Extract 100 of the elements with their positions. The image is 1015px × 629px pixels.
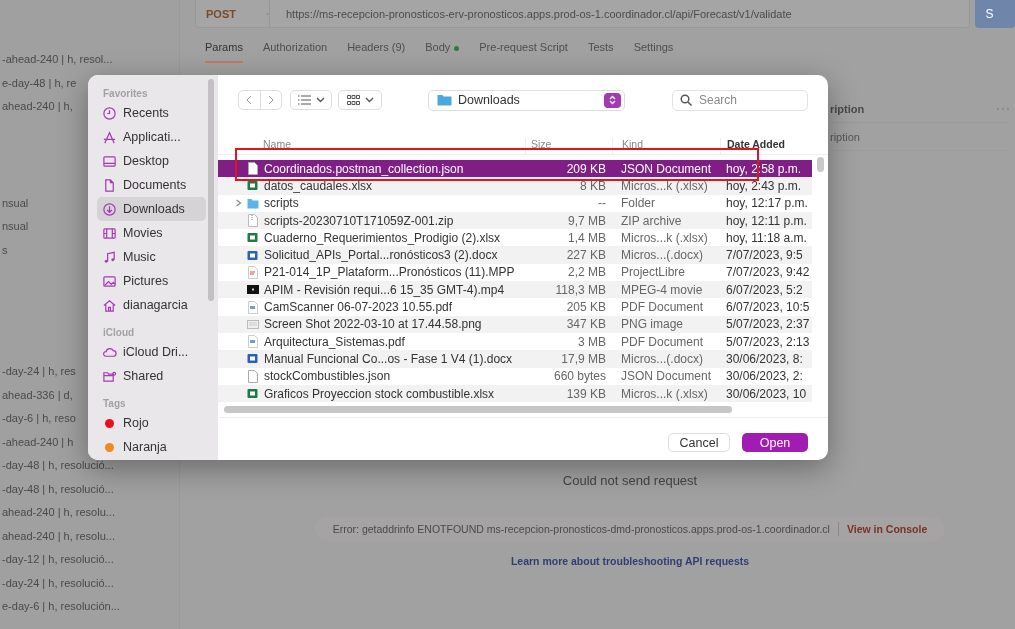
request-tab[interactable]: Authorization <box>262 41 328 63</box>
collection-item[interactable]: -day-24 | h, res <box>0 360 76 384</box>
cancel-button[interactable]: Cancel <box>668 433 730 453</box>
sidebar-item[interactable]: dianagarcia <box>97 293 206 317</box>
music-note-icon <box>102 249 117 265</box>
open-button[interactable]: Open <box>742 433 808 453</box>
file-name: scripts-20230710T171059Z-001.zip <box>264 213 454 228</box>
collection-item[interactable]: -day-48 | h, resolució... <box>0 477 114 501</box>
file-size: 118,3 MB <box>554 282 607 297</box>
request-tab[interactable]: Tests <box>587 41 614 63</box>
request-tab[interactable]: Settings <box>633 41 674 63</box>
collection-item[interactable]: -day-12 | h, resolució... <box>0 548 114 572</box>
location-dropdown[interactable]: Downloads <box>428 89 625 111</box>
file-name: Solicitud_APIs_Portal...ronósticos3 (2).docx <box>264 248 498 263</box>
date-added: hoy, 12:17 p.m. <box>725 196 809 211</box>
file-row[interactable]: scripts-20230710T171059Z-001.zip 9,7 MB ZIP archive hoy, 12:11 p.m. <box>218 211 812 230</box>
file-row[interactable]: Graficos Proyeccion stock combustible.xlsx 139 KB Micros...k (.xlsx) 30/06/2023, 10 <box>218 384 812 403</box>
date-added: 6/07/2023, 10:5 <box>725 300 811 314</box>
file-kind: Folder <box>620 196 656 211</box>
file-size: 660 bytes <box>552 369 607 384</box>
collection-item[interactable]: -ahead-240 | h, resol... <box>0 48 113 72</box>
file-row[interactable]: Arquitectura_Sistemas.pdf 3 MB PDF Document 5/07/2023, 2:13 <box>218 332 812 351</box>
file-row[interactable]: Screen Shot 2022-03-10 at 17.44.58.png 347 KB PNG image 5/07/2023, 2:37 <box>218 315 812 333</box>
collection-item[interactable]: s <box>0 238 8 262</box>
sidebar-item[interactable]: Documents <box>97 173 206 197</box>
send-button[interactable]: S <box>975 0 1015 28</box>
film-icon <box>102 225 117 241</box>
date-added: 6/07/2023, 5:2 <box>725 282 804 297</box>
collection-item[interactable]: e-day-6 | h, resolución... <box>0 595 120 619</box>
method-dropdown[interactable]: POST <box>196 0 270 27</box>
file-name: stockCombustibles.json <box>264 369 391 384</box>
desktop-icon <box>102 153 117 169</box>
sidebar-item[interactable]: Pictures <box>97 269 206 293</box>
date-added: 7/07/2023, 9:42 <box>725 265 811 280</box>
search-field[interactable]: Search <box>672 89 808 111</box>
file-size: 1,4 MB <box>567 230 607 245</box>
download-icon <box>102 201 117 217</box>
stepper-icon <box>604 92 621 108</box>
file-kind: PDF Document <box>620 300 705 314</box>
sidebar-item[interactable]: Music <box>97 245 206 269</box>
collection-item[interactable]: ahead-240 | h, resolu... <box>0 501 115 525</box>
column-header: ription <box>830 102 865 115</box>
file-row[interactable]: Solicitud_APIs_Portal...ronósticos3 (2).docx 227 KB Micros...(.docx) 7/07/2023, 9:5 <box>218 246 812 264</box>
file-row[interactable]: datos_caudales.xlsx 8 KB Micros...k (.xlsx) hoy, 2:43 p.m. <box>218 177 812 195</box>
collection-item[interactable]: e-day-48 | h, re <box>0 71 77 95</box>
section-heading: Favorites <box>102 87 149 101</box>
file-kind: Micros...(.docx) <box>620 248 704 263</box>
chevron-down-icon <box>315 97 325 103</box>
request-tab[interactable]: Pre-request Script <box>479 41 568 63</box>
file-name: Cuaderno_Requerimientos_Prodigio (2).xlsx <box>264 230 501 245</box>
list-view-button[interactable] <box>290 90 332 110</box>
sidebar-item[interactable]: Rojo <box>97 411 206 435</box>
collection-item[interactable]: ahead-240 | h, resolu... <box>0 524 115 548</box>
sidebar-item[interactable]: Applicati... <box>97 125 206 149</box>
sidebar-item[interactable]: Shared <box>97 364 206 388</box>
sidebar-item[interactable]: Recents <box>97 101 206 125</box>
file-name: datos_caudales.xlsx <box>264 178 373 193</box>
collection-item[interactable]: -day-6 | h, reso <box>0 407 76 431</box>
file-name: Screen Shot 2022-03-10 at 17.44.58.png <box>264 317 482 332</box>
file-kind: ZIP archive <box>620 213 683 228</box>
file-row[interactable]: CamScanner 06-07-2023 10.55.pdf 205 KB PDF Document 6/07/2023, 10:5 <box>218 298 812 316</box>
date-added: 30/06/2023, 10 <box>725 386 808 401</box>
file-row[interactable]: scripts -- Folder hoy, 12:17 p.m. <box>218 194 812 212</box>
sidebar-item[interactable]: Movies <box>97 221 206 245</box>
file-name: P21-014_1P_Plataform...Pronósticos (11).MPP <box>264 265 515 280</box>
sidebar-item[interactable]: iCloud Dri... <box>97 340 206 364</box>
request-tab[interactable]: Body <box>425 41 460 63</box>
file-kind: Micros...(.docx) <box>620 351 704 366</box>
collection-item[interactable]: -day-24 | h, resolució... <box>0 571 114 595</box>
request-tab[interactable]: Params <box>205 41 243 63</box>
file-row[interactable]: P21-014_1P_Plataform...Pronósticos (11).MPP 2,2 MB ProjectLibre 7/07/2023, 9:42 <box>218 263 812 282</box>
column-header[interactable]: Size <box>525 138 612 154</box>
collection-item[interactable]: -ahead-240 | h <box>0 430 74 454</box>
file-row[interactable]: Manual Funcional Co...os - Fase 1 V4 (1).docx 17,9 MB Micros...(.docx) 30/06/2023, 8: <box>218 350 812 368</box>
url-bar[interactable]: POST https://ms-recepcion-pronosticos-erv-pronosticos.apps.prod-os-1.coordinador.cl/api/Forecast/v1/validate <box>195 0 971 28</box>
grid-icon <box>346 94 360 106</box>
section-heading: Tags <box>102 397 127 411</box>
sidebar-item[interactable]: Desktop <box>97 149 206 173</box>
status-message: Could not send request <box>562 473 698 488</box>
collection-item[interactable]: ahead-240 | h, <box>0 95 73 119</box>
sidebar-item[interactable]: Downloads <box>97 197 206 221</box>
collection-item[interactable]: nsual <box>0 215 29 239</box>
group-button[interactable] <box>338 90 382 110</box>
collection-item[interactable]: ahead-336 | d, <box>0 383 73 407</box>
file-size: 227 KB <box>565 248 607 263</box>
collection-item[interactable]: nsual <box>0 191 29 215</box>
column-header[interactable]: Date Added <box>720 138 812 154</box>
file-row[interactable]: Cuaderno_Requerimientos_Prodigio (2).xlsx 1,4 MB Micros...k (.xlsx) hoy, 11:18 a.m. <box>218 229 812 247</box>
file-row[interactable]: Coordinados.postman_collection.json 209 KB JSON Document hoy, 2:58 p.m. <box>218 160 812 178</box>
file-row[interactable]: APIM - Revisión requi...6 15_35 GMT-4).mp4 118,3 MB MPEG-4 movie 6/07/2023, 5:2 <box>218 281 812 299</box>
disclosure-icon[interactable] <box>235 199 242 208</box>
list-icon <box>297 95 311 105</box>
console-link[interactable]: View in Console <box>846 523 928 535</box>
help-link[interactable]: Learn more about troubleshooting API requests <box>510 555 750 567</box>
request-tab[interactable]: Headers (9) <box>347 41 406 63</box>
file-row[interactable]: stockCombustibles.json 660 bytes JSON Document 30/06/2023, 2: <box>218 367 812 385</box>
column-header[interactable]: Name <box>218 138 525 154</box>
column-header[interactable]: Kind <box>612 138 720 154</box>
file-size: 8 KB <box>579 178 607 193</box>
placeholder-text: ription <box>830 130 860 143</box>
